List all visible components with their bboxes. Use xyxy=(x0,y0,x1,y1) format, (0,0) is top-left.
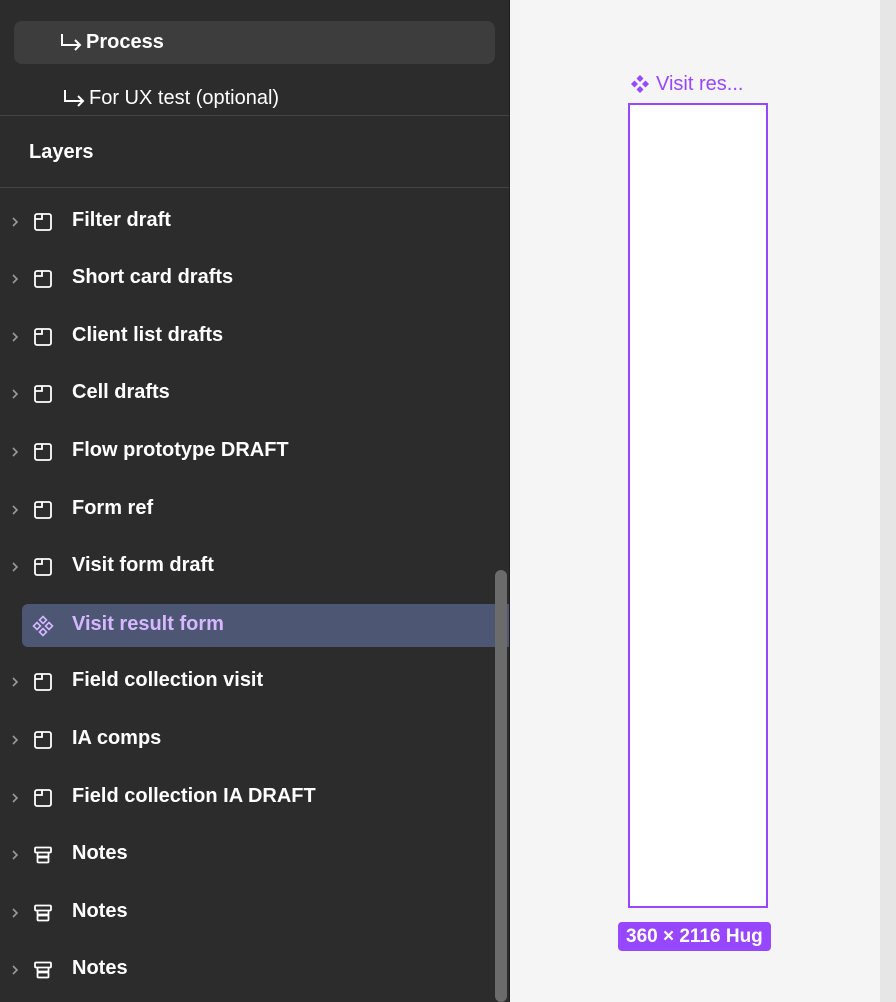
layer-name: IA comps xyxy=(72,727,162,749)
layer-name: Visit result form xyxy=(72,613,224,635)
chevron-right-icon[interactable] xyxy=(8,385,22,403)
frame-icon xyxy=(32,671,54,693)
layer-row-flow-prototype-draft[interactable]: Flow prototype DRAFT xyxy=(0,430,509,474)
chevron-right-icon[interactable] xyxy=(8,961,22,979)
layer-name: Flow prototype DRAFT xyxy=(72,439,289,461)
frame-label[interactable]: Visit res... xyxy=(630,70,743,98)
layer-name: Cell drafts xyxy=(72,381,170,403)
layer-row-short-card-drafts[interactable]: Short card drafts xyxy=(0,257,509,301)
chevron-right-icon[interactable] xyxy=(8,558,22,576)
frame-label-text: Visit res... xyxy=(656,72,744,95)
layer-name: Short card drafts xyxy=(72,266,234,288)
layer-name: Notes xyxy=(72,957,128,979)
page-label: For UX test (optional) xyxy=(89,87,280,109)
frame-icon xyxy=(32,326,54,348)
chevron-right-icon[interactable] xyxy=(8,443,22,461)
section-icon xyxy=(32,902,54,924)
chevron-right-icon[interactable] xyxy=(8,213,22,231)
frame-icon xyxy=(32,729,54,751)
frame-icon xyxy=(32,268,54,290)
frame-icon xyxy=(32,211,54,233)
layer-name: Field collection visit xyxy=(72,669,264,691)
chevron-right-icon[interactable] xyxy=(8,904,22,922)
layer-name: Field collection IA DRAFT xyxy=(72,785,316,807)
chevron-right-icon[interactable] xyxy=(8,328,22,346)
divider xyxy=(0,115,509,116)
layer-row-field-collection-visit[interactable]: Field collection visit xyxy=(0,660,509,704)
layer-row-filter-draft[interactable]: Filter draft xyxy=(0,200,509,244)
layer-row-visit-form-draft[interactable]: Visit form draft xyxy=(0,545,509,589)
chevron-right-icon[interactable] xyxy=(8,731,22,749)
frame-icon xyxy=(32,441,54,463)
subpage-arrow-icon xyxy=(64,89,85,107)
page-item-for-ux-test[interactable]: For UX test (optional) xyxy=(14,77,495,120)
component-icon xyxy=(32,615,54,637)
page-label: Process xyxy=(86,31,164,53)
page-item-process[interactable]: Process xyxy=(14,21,495,64)
divider xyxy=(0,187,509,188)
chevron-right-icon[interactable] xyxy=(8,789,22,807)
section-icon xyxy=(32,844,54,866)
frame-icon xyxy=(32,787,54,809)
layer-name: Client list drafts xyxy=(72,324,224,346)
chevron-right-icon[interactable] xyxy=(8,673,22,691)
dimensions-badge: 360 × 2116 Hug xyxy=(618,922,771,951)
canvas-edge xyxy=(880,0,896,1002)
layer-row-form-ref[interactable]: Form ref xyxy=(0,488,509,532)
frame-icon xyxy=(32,556,54,578)
layer-row-visit-result-form[interactable]: Visit result form xyxy=(22,604,509,647)
layer-name: Form ref xyxy=(72,497,154,519)
chevron-right-icon[interactable] xyxy=(8,846,22,864)
frame-icon xyxy=(32,383,54,405)
chevron-right-icon[interactable] xyxy=(8,270,22,288)
layer-name: Filter draft xyxy=(72,209,171,231)
layers-scrollbar[interactable] xyxy=(495,570,507,1002)
layer-row-notes[interactable]: Notes xyxy=(0,891,509,935)
chevron-right-icon[interactable] xyxy=(8,501,22,519)
layer-row-notes[interactable]: Notes xyxy=(0,948,509,992)
layer-name: Notes xyxy=(72,842,128,864)
subpage-arrow-icon xyxy=(61,33,82,51)
selected-frame[interactable] xyxy=(628,103,768,908)
layer-row-cell-drafts[interactable]: Cell drafts xyxy=(0,372,509,416)
layer-row-field-collection-ia-draft[interactable]: Field collection IA DRAFT xyxy=(0,776,509,820)
layer-name: Notes xyxy=(72,900,128,922)
component-icon xyxy=(631,75,649,93)
frame-icon xyxy=(32,499,54,521)
left-sidebar: Process For UX test (optional) Layers Fi… xyxy=(0,0,510,1002)
layer-row-ia-comps[interactable]: IA comps xyxy=(0,718,509,762)
layer-name: Visit form draft xyxy=(72,554,214,576)
layers-title: Layers xyxy=(29,140,94,163)
section-icon xyxy=(32,959,54,981)
layer-row-client-list-drafts[interactable]: Client list drafts xyxy=(0,315,509,359)
layer-row-notes[interactable]: Notes xyxy=(0,833,509,877)
